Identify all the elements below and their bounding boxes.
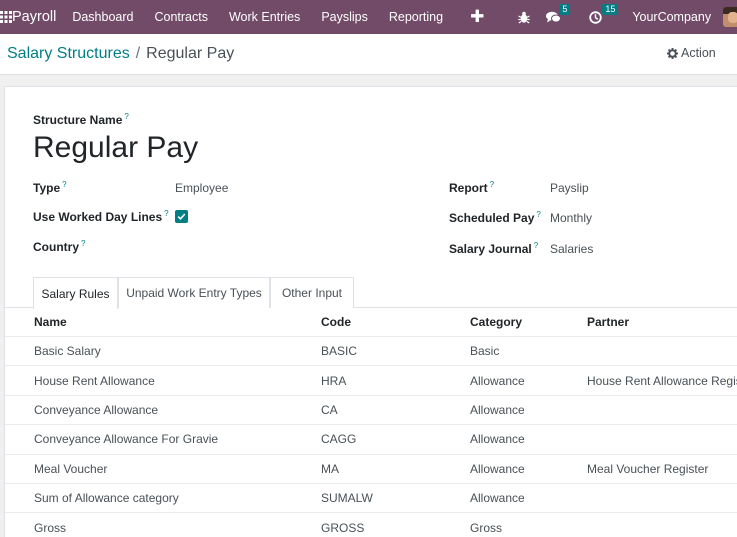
cell-category: Allowance [470,432,525,447]
activities-badge: 15 [602,3,619,15]
cell-name: House Rent Allowance [34,373,155,388]
cell-category: Gross [470,520,503,535]
column-header-name[interactable]: Name [34,308,314,336]
cell-category: Allowance [470,402,525,417]
menu-reporting[interactable]: Reporting [389,10,443,24]
table-row[interactable]: Conveyance Allowance For Gravie CAGG All… [5,425,737,455]
control-panel: Salary Structures / Regular Pay Action [0,34,737,75]
plus-icon[interactable]: ✚ [470,7,484,27]
breadcrumb-salary-structures[interactable]: Salary Structures [7,45,130,62]
cell-partner [587,484,737,512]
cell-code: CAGG [321,432,357,447]
messages-icon[interactable]: 5 [546,4,571,23]
use-worked-day-lines-label: Use Worked Day Lines? [33,209,169,224]
cell-category: Allowance [470,461,525,476]
cell-partner: House Rent Allowance Registe [587,373,737,388]
column-header-partner[interactable]: Partner [587,308,737,336]
breadcrumb-current: Regular Pay [146,45,235,62]
menu-dashboard[interactable]: Dashboard [72,10,133,24]
type-label: Type? [33,180,67,195]
tab-salary-rules[interactable]: Salary Rules [33,277,118,309]
structure-name-field[interactable]: Regular Pay [33,131,198,165]
scheduled-pay-label: Scheduled Pay? [449,210,541,225]
top-navbar: Payroll Dashboard Contracts Work Entries… [0,0,737,34]
cell-partner: Meal Voucher Register [587,461,709,476]
cell-name: Gross [34,520,67,535]
table-row[interactable]: Basic Salary BASIC Basic [5,337,737,367]
action-button[interactable]: Action [667,46,716,60]
cell-name: Conveyance Allowance [34,402,159,417]
cell-code: GROSS [321,520,365,535]
breadcrumb-separator: / [135,45,141,62]
breadcrumb: Salary Structures / Regular Pay [7,45,234,63]
cell-name: Conveyance Allowance For Gravie [34,432,219,447]
cell-partner [587,396,737,424]
type-field[interactable]: Employee [175,181,228,195]
user-avatar[interactable] [723,7,737,27]
cell-code: CA [321,402,338,417]
apps-grid-icon[interactable] [0,0,12,34]
cell-partner [587,337,737,365]
cell-name: Basic Salary [34,344,101,359]
use-worked-day-lines-checkbox[interactable] [175,210,188,223]
cell-partner [587,513,737,537]
salary-journal-field[interactable]: Salaries [550,242,593,256]
table-row[interactable]: Conveyance Allowance CA Allowance [5,396,737,426]
column-header-category[interactable]: Category [470,308,580,336]
report-field[interactable]: Payslip [550,181,589,195]
table-row[interactable]: Gross GROSS Gross [5,513,737,537]
tab-unpaid-work-entry-types[interactable]: Unpaid Work Entry Types [118,277,270,308]
menu-work-entries[interactable]: Work Entries [229,10,300,24]
bug-icon[interactable] [518,11,531,24]
structure-name-label: Structure Name? [33,112,129,127]
tab-other-input[interactable]: Other Input [270,277,354,308]
cell-code: MA [321,461,339,476]
cell-category: Basic [470,344,500,359]
country-label: Country? [33,239,86,254]
cell-category: Allowance [470,373,525,388]
cell-name: Meal Voucher [34,461,108,476]
table-row[interactable]: House Rent Allowance HRA Allowance House… [5,366,737,396]
systray: 5 15 YourCompany M [518,3,737,27]
salary-rules-table: Name Code Category Partner Basic Salary … [5,308,737,537]
app-brand[interactable]: Payroll [12,9,56,25]
column-header-code[interactable]: Code [321,308,461,336]
messages-badge: 5 [559,4,571,15]
company-switcher[interactable]: YourCompany [632,10,711,24]
menu-contracts[interactable]: Contracts [154,10,208,24]
check-icon [177,213,186,220]
table-row[interactable]: Meal Voucher MA Allowance Meal Voucher R… [5,455,737,484]
activity-clock-icon[interactable]: 15 [589,3,619,24]
notebook-tabs: Salary Rules Unpaid Work Entry Types Oth… [5,277,737,309]
cell-partner [587,425,737,453]
menu-payslips[interactable]: Payslips [321,10,368,24]
cell-code: BASIC [321,344,358,359]
table-row[interactable]: Sum of Allowance category SUMALW Allowan… [5,484,737,514]
cell-name: Sum of Allowance category [34,491,179,506]
salary-journal-label: Salary Journal? [449,241,539,256]
gear-icon [667,47,678,59]
cell-code: SUMALW [321,491,373,506]
form-sheet: Structure Name? Regular Pay Type? Employ… [4,86,737,537]
action-label: Action [681,46,716,60]
cell-code: HRA [321,373,347,388]
table-header: Name Code Category Partner [5,308,737,337]
scheduled-pay-field[interactable]: Monthly [550,211,592,225]
cell-category: Allowance [470,491,525,506]
report-label: Report? [449,180,495,195]
